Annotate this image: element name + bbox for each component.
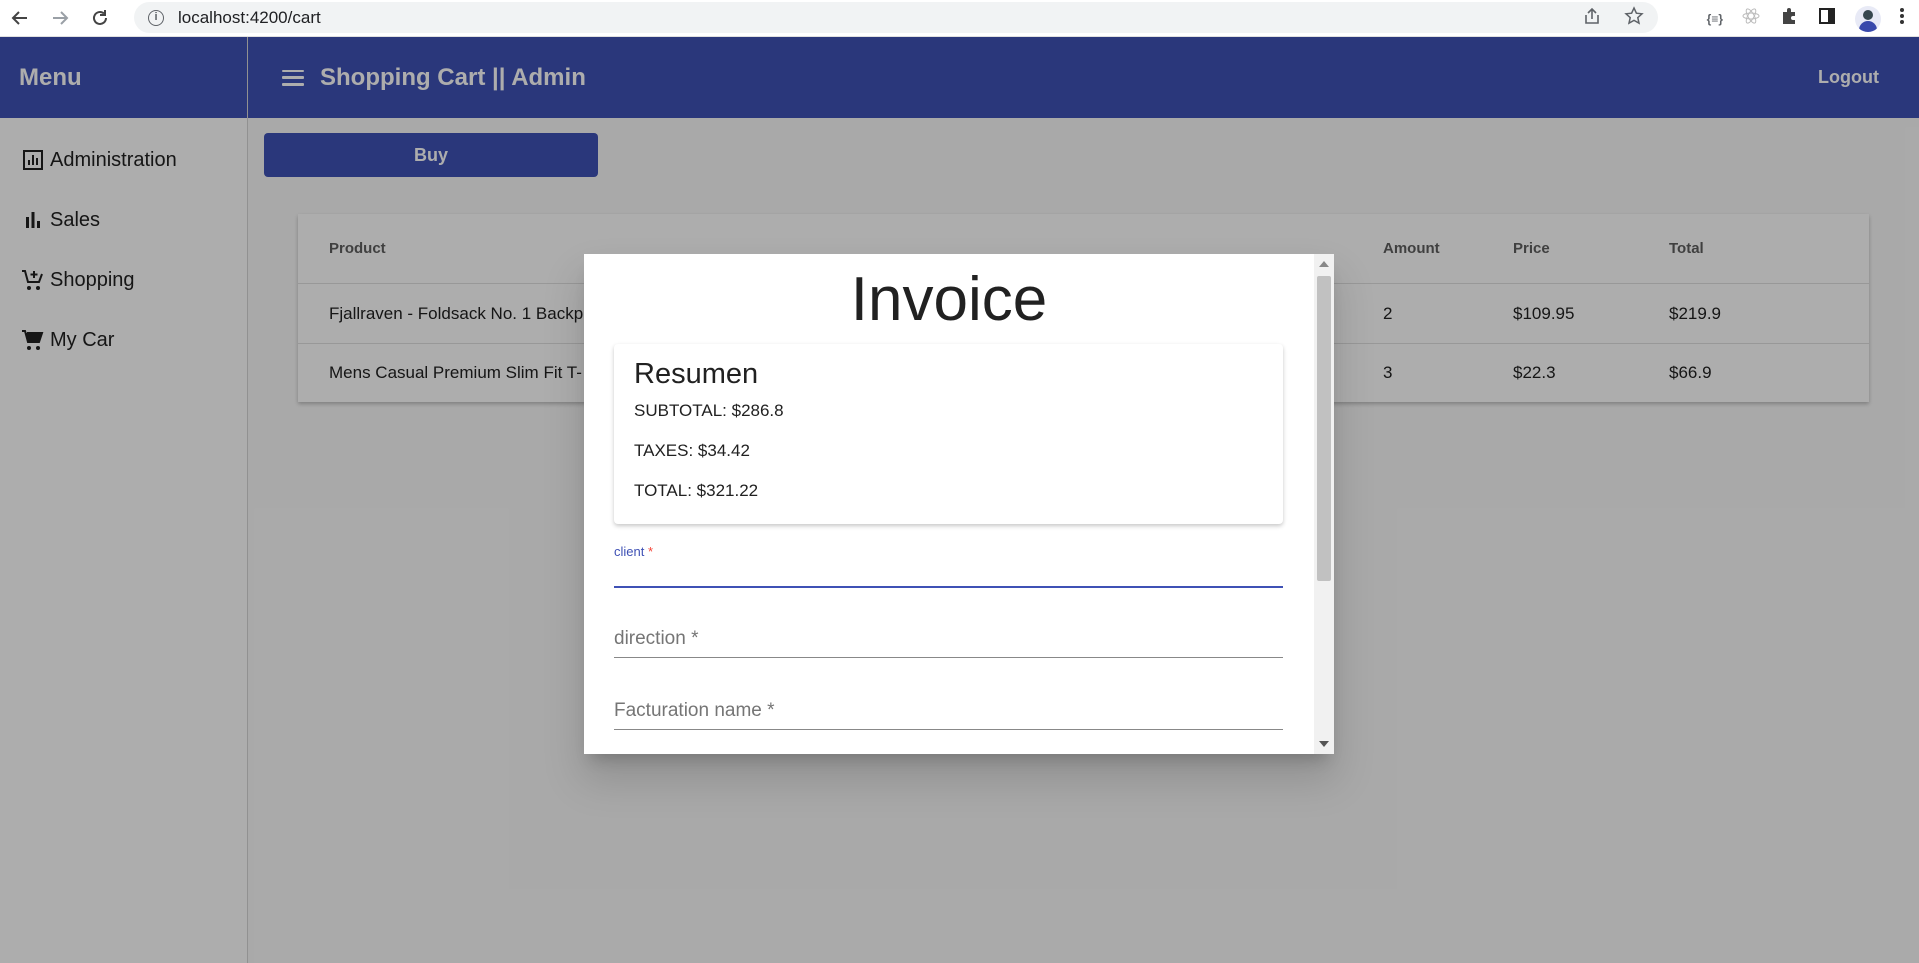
forward-icon[interactable] (40, 0, 80, 37)
dialog-title: Invoice (850, 265, 1048, 334)
browser-toolbar: i localhost:4200/cart {≡} (0, 0, 1919, 37)
site-info-icon[interactable]: i (148, 9, 164, 26)
facturation-underline (614, 729, 1283, 730)
facturation-name-field[interactable]: Facturation name * (614, 686, 1283, 730)
side-panel-icon[interactable] (1817, 6, 1837, 31)
direction-label: direction * (614, 628, 699, 649)
direction-underline (614, 657, 1283, 658)
more-menu-icon[interactable] (1899, 6, 1905, 31)
star-icon[interactable] (1624, 6, 1644, 32)
scroll-up-icon[interactable] (1319, 261, 1329, 267)
subtotal-text: SUBTOTAL: $286.8 (634, 401, 784, 420)
scroll-down-icon[interactable] (1319, 741, 1329, 747)
client-underline (614, 586, 1283, 588)
url-text: localhost:4200/cart (178, 7, 321, 27)
client-field[interactable]: client * (614, 544, 1283, 588)
json-extension-icon[interactable]: {≡} (1707, 12, 1723, 26)
profile-avatar[interactable] (1855, 5, 1881, 32)
invoice-dialog: Invoice Resumen SUBTOTAL: $286.8 TAXES: … (584, 254, 1334, 754)
scrollbar-thumb[interactable] (1317, 276, 1331, 581)
facturation-name-label: Facturation name * (614, 700, 775, 721)
reload-icon[interactable] (80, 0, 120, 37)
direction-field[interactable]: direction * (614, 614, 1283, 658)
extensions-icon[interactable] (1779, 6, 1799, 31)
react-devtools-icon[interactable] (1741, 6, 1761, 31)
back-icon[interactable] (0, 0, 40, 37)
address-bar[interactable]: i localhost:4200/cart (134, 2, 1658, 33)
taxes-text: TAXES: $34.42 (634, 441, 750, 460)
summary-card: Resumen SUBTOTAL: $286.8 TAXES: $34.42 T… (614, 344, 1283, 524)
summary-title: Resumen (634, 358, 759, 390)
client-label: client * (614, 544, 654, 559)
total-text: TOTAL: $321.22 (634, 481, 759, 500)
dialog-scrollbar[interactable] (1314, 254, 1334, 754)
share-icon[interactable] (1582, 6, 1602, 32)
